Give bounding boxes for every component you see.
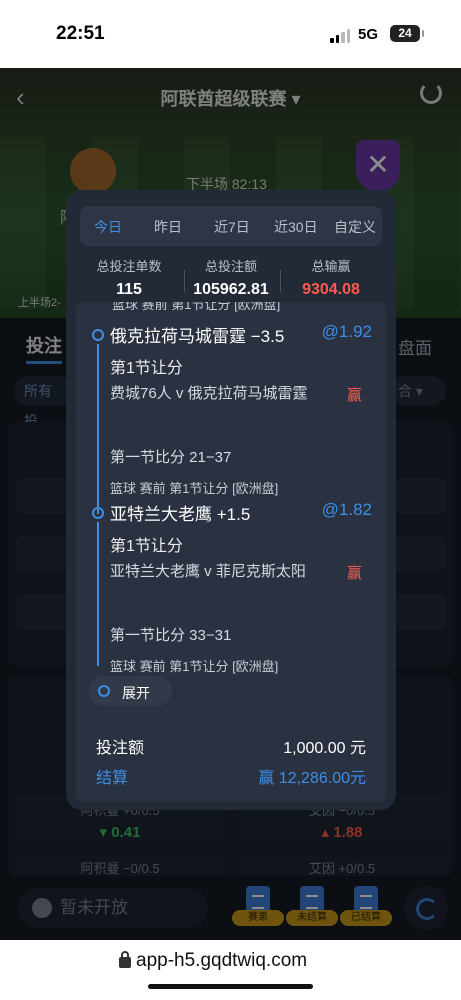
bet-selection: 俄克拉荷马城雷霆 −3.5 (110, 327, 285, 346)
browser-url-bar[interactable]: app-h5.gqdtwiq.com (0, 940, 461, 1000)
bet-odds: @1.92 (321, 322, 372, 341)
tab-7-days[interactable]: 近7日 (214, 217, 250, 237)
stat-bet-amount: 总投注额 105962.81 (176, 256, 286, 299)
url-text[interactable]: app-h5.gqdtwiq.com (136, 950, 307, 972)
bet-result: 赢 (346, 387, 362, 404)
status-bar: 22:51 5G 24 (0, 0, 461, 68)
tab-today[interactable]: 今日 (94, 217, 122, 237)
bet-match: 费城76人 v 俄克拉荷马城雷霆 (110, 385, 308, 402)
bet-score: 第一节比分 21−37 (110, 449, 232, 466)
network-type: 5G (358, 26, 379, 43)
bet-market: 第1节让分 (110, 538, 183, 555)
bet-tag: 篮球 赛前 第1节让分 [欧洲盘] (110, 659, 279, 674)
timeline-line (97, 522, 99, 666)
signal-icon (330, 29, 350, 43)
bet-item: 亚特兰大老鹰 +1.5 @1.82 第1节让分 亚特兰大老鹰 v 菲尼克斯太阳 … (76, 500, 386, 680)
settle-value: 赢 12,286.00元 (258, 770, 366, 787)
bet-result: 赢 (346, 565, 362, 582)
tab-custom[interactable]: 自定义 (334, 217, 376, 237)
lock-icon (119, 951, 131, 968)
stat-value: 105962.81 (193, 281, 269, 298)
bullet-icon (92, 507, 104, 519)
bet-match: 亚特兰大老鹰 v 菲尼克斯太阳 (110, 563, 306, 580)
timeline-line (97, 344, 99, 514)
bet-record-modal: 今日 昨日 近7日 近30日 自定义 总投注单数 115 总投注额 105962… (66, 190, 396, 810)
cutoff-tag: 篮球 赛前 第1节让分 [欧洲盘] (112, 302, 281, 312)
bullet-icon (98, 685, 110, 697)
stat-profit: 总输赢 9304.08 (276, 256, 386, 299)
bet-list[interactable]: 篮球 赛前 第1节让分 [欧洲盘] 俄克拉荷马城雷霆 −3.5 @1.92 第1… (76, 302, 386, 802)
status-time: 22:51 (56, 23, 105, 44)
stat-label: 总输赢 (311, 259, 351, 274)
bet-selection: 亚特兰大老鹰 +1.5 (110, 505, 251, 524)
bet-score: 第一节比分 33−31 (110, 627, 232, 644)
stake-value: 1,000.00 元 (283, 740, 366, 757)
settle-label: 结算 (96, 770, 129, 787)
date-range-tabs: 今日 昨日 近7日 近30日 自定义 (80, 206, 382, 246)
stat-label: 总投注单数 (96, 259, 162, 274)
stake-label: 投注额 (96, 740, 145, 757)
bullet-icon (92, 329, 104, 341)
battery-icon: 24 (390, 25, 424, 42)
stat-value: 115 (116, 281, 142, 298)
bet-market: 第1节让分 (110, 360, 183, 377)
stat-bet-count: 总投注单数 115 (74, 256, 184, 299)
stat-label: 总投注额 (204, 259, 257, 274)
expand-button[interactable]: 展开 (88, 676, 172, 706)
bet-tag: 篮球 赛前 第1节让分 [欧洲盘] (110, 481, 279, 496)
stat-value: 9304.08 (302, 281, 360, 298)
bet-item: 俄克拉荷马城雷霆 −3.5 @1.92 第1节让分 费城76人 v 俄克拉荷马城… (76, 322, 386, 514)
tab-yesterday[interactable]: 昨日 (154, 217, 182, 237)
expand-label: 展开 (122, 685, 150, 701)
bet-odds: @1.82 (321, 500, 372, 519)
tab-30-days[interactable]: 近30日 (274, 217, 318, 237)
home-indicator[interactable] (148, 984, 313, 989)
